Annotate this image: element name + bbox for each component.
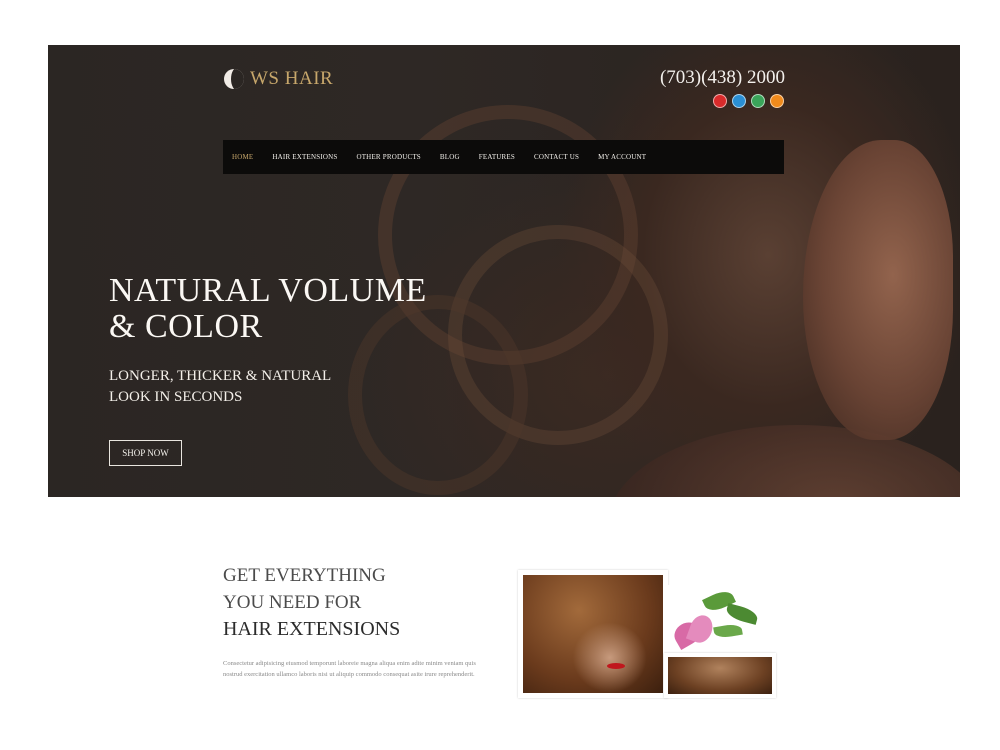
hero-banner: WS HAIR (703)(438) 2000 HOME HAIR EXTENS… xyxy=(48,45,960,497)
hero-subheadline-line: LOOK IN SECONDS xyxy=(109,389,243,405)
gallery-image-lips xyxy=(607,663,625,669)
stumbleupon-icon[interactable] xyxy=(751,94,765,108)
intro-heading-emphasis: HAIR EXTENSIONS xyxy=(223,618,401,640)
twitter-icon[interactable] xyxy=(732,94,746,108)
flower-leaf xyxy=(713,622,743,640)
hero-image-face xyxy=(803,140,953,440)
logo[interactable]: WS HAIR xyxy=(224,68,333,90)
nav-item-blog[interactable]: BLOG xyxy=(440,153,460,161)
hero-image-shoulder xyxy=(608,425,960,497)
main-nav: HOME HAIR EXTENSIONS OTHER PRODUCTS BLOG… xyxy=(223,140,784,174)
logo-icon xyxy=(224,69,244,89)
gallery-image-hair xyxy=(664,653,776,698)
youtube-icon[interactable] xyxy=(713,94,727,108)
nav-item-contact-us[interactable]: CONTACT US xyxy=(534,153,579,161)
hero-subheadline-line: LONGER, THICKER & NATURAL xyxy=(109,368,332,384)
hero-subheadline: LONGER, THICKER & NATURAL LOOK IN SECOND… xyxy=(109,366,331,408)
hero-headline-line: & COLOR xyxy=(109,308,263,345)
rss-icon[interactable] xyxy=(770,94,784,108)
gallery-image-model xyxy=(518,570,668,698)
shop-now-button[interactable]: SHOP NOW xyxy=(109,440,182,466)
hero-headline-line: NATURAL VOLUME xyxy=(109,272,427,309)
nav-item-other-products[interactable]: OTHER PRODUCTS xyxy=(356,153,420,161)
intro-heading-line: GET EVERYTHING xyxy=(223,565,386,586)
flower-leaf xyxy=(724,603,760,625)
nav-item-features[interactable]: FEATURES xyxy=(479,153,515,161)
intro-heading-line: YOU NEED FOR xyxy=(223,592,362,613)
intro-body-text: Consectetur adipisicing eiusmod temporun… xyxy=(223,660,476,678)
logo-text: WS HAIR xyxy=(250,68,334,89)
phone-number: (703)(438) 2000 xyxy=(659,67,785,88)
nav-item-my-account[interactable]: MY ACCOUNT xyxy=(598,153,646,161)
nav-item-home[interactable]: HOME xyxy=(232,153,253,161)
gallery-image-flower xyxy=(666,585,770,655)
social-links xyxy=(713,94,784,108)
nav-item-hair-extensions[interactable]: HAIR EXTENSIONS xyxy=(272,153,337,161)
hero-headline: NATURAL VOLUME & COLOR xyxy=(109,273,427,345)
intro-heading: GET EVERYTHING YOU NEED FOR HAIR EXTENSI… xyxy=(223,562,400,643)
